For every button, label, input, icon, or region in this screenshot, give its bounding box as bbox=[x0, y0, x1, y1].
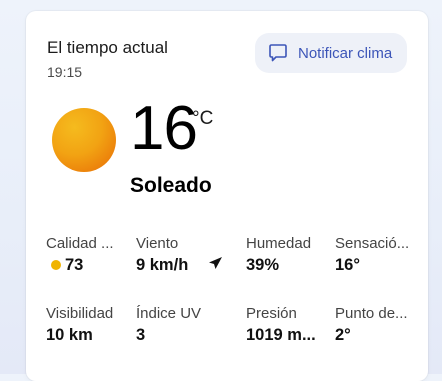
wind-value: 9 km/h bbox=[136, 256, 189, 274]
uv-index-value: 3 bbox=[136, 326, 146, 344]
feels-like-label[interactable]: Sensació... bbox=[335, 235, 419, 252]
wind-direction-arrow-icon bbox=[209, 257, 222, 269]
pressure-value: 1019 m... bbox=[246, 326, 316, 344]
feels-like-value: 16° bbox=[335, 256, 360, 274]
update-time: 19:15 bbox=[47, 64, 83, 80]
notify-weather-label: Notificar clima bbox=[298, 44, 393, 62]
visibility-label[interactable]: Visibilidad bbox=[46, 305, 136, 322]
sun-icon bbox=[52, 108, 116, 172]
dew-point-value: 2° bbox=[335, 326, 351, 344]
chat-bubble-icon bbox=[267, 42, 289, 64]
pressure-label[interactable]: Presión bbox=[246, 305, 326, 322]
weather-condition: Soleado bbox=[130, 174, 212, 197]
humidity-label[interactable]: Humedad bbox=[246, 235, 326, 252]
air-quality-label[interactable]: Calidad ... bbox=[46, 235, 126, 252]
dew-point-label[interactable]: Punto de... bbox=[335, 305, 419, 322]
temperature-unit: °C bbox=[192, 108, 214, 129]
wind-label[interactable]: Viento bbox=[136, 235, 226, 252]
notify-weather-button[interactable]: Notificar clima bbox=[255, 33, 407, 73]
air-quality-dot-icon bbox=[51, 260, 61, 270]
weather-card: El tiempo actual 19:15 Notificar clima 1… bbox=[26, 11, 428, 381]
card-title: El tiempo actual bbox=[47, 38, 168, 57]
air-quality-value: 73 bbox=[65, 256, 84, 274]
humidity-value: 39% bbox=[246, 256, 280, 274]
uv-index-label[interactable]: Índice UV bbox=[136, 305, 226, 322]
visibility-value: 10 km bbox=[46, 326, 93, 344]
current-temperature: 16 bbox=[130, 94, 198, 163]
